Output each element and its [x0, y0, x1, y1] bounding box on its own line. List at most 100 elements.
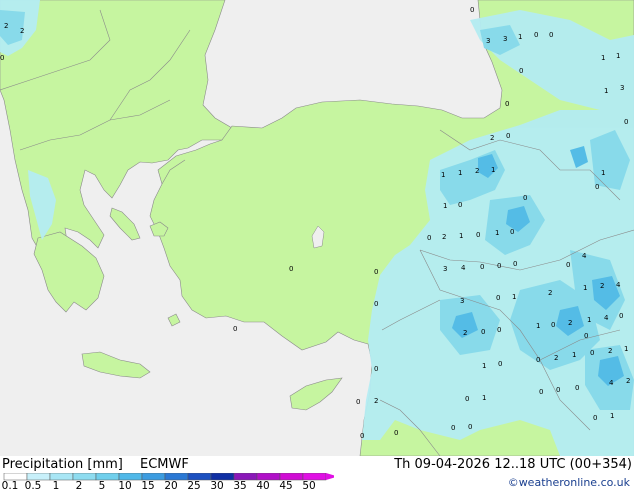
- precip-value: 3: [503, 35, 507, 43]
- valid-time: Th 09-04-2026 12..18 UTC (00+354): [394, 457, 632, 472]
- precip-value: 0: [556, 386, 560, 394]
- precip-value: 0: [539, 388, 543, 396]
- precip-value: 1: [616, 52, 620, 60]
- precip-value: 0: [510, 228, 514, 236]
- colorbar-tick-label: 5: [98, 480, 106, 492]
- precip-value: 2: [475, 167, 479, 175]
- precip-value: 0: [575, 384, 579, 392]
- colorbar-segment: [187, 473, 212, 481]
- colorbar-segment: [95, 473, 120, 481]
- precip-value: 0: [496, 294, 500, 302]
- map-area: 2 2 0 0 3 3 1 0 0 0 1 1 1 3 0 0 2 0 1 1 …: [0, 0, 634, 456]
- colorbar-segment: [210, 473, 235, 481]
- precip-value: 1: [518, 33, 522, 41]
- precip-value: 2: [608, 347, 612, 355]
- precip-value: 0: [584, 332, 588, 340]
- precip-value: 1: [583, 284, 587, 292]
- precip-value: 0: [481, 328, 485, 336]
- precip-value: 2: [548, 289, 552, 297]
- colorbar-segment: [141, 473, 166, 481]
- colorbar-tick-label: 10: [118, 480, 132, 492]
- legend-bar: Precipitation [mm] ECMWF Th 09-04-2026 1…: [0, 456, 634, 492]
- colorbar-segment: [302, 473, 327, 481]
- colorbar-segment: [72, 473, 97, 481]
- precip-value: 2: [626, 377, 630, 385]
- precip-value: 0: [566, 261, 570, 269]
- precip-value: 1: [482, 394, 486, 402]
- precip-value: 0: [595, 183, 599, 191]
- precip-value: 1: [482, 362, 486, 370]
- precip-value: 0: [476, 231, 480, 239]
- precip-value: 0: [289, 265, 293, 273]
- colorbar-tick-label: 20: [164, 480, 178, 492]
- precip-value: 2: [490, 134, 494, 142]
- colorbar-tick-label: 30: [210, 480, 224, 492]
- precip-value: 2: [442, 233, 446, 241]
- precip-value: 0: [498, 360, 502, 368]
- precip-value: 2: [568, 319, 572, 327]
- colorbar-segment: [49, 473, 74, 481]
- colorbar-segment: [26, 473, 51, 481]
- precip-value: 0: [519, 67, 523, 75]
- precip-value: 0: [551, 321, 555, 329]
- precip-value: 2: [600, 282, 604, 290]
- precip-value: 0: [624, 118, 628, 126]
- precip-value: 1: [495, 229, 499, 237]
- precip-value: 3: [486, 37, 490, 45]
- model-name: ECMWF: [140, 457, 189, 472]
- colorbar-tick-label: 45: [279, 480, 293, 492]
- precip-value: 0: [505, 100, 509, 108]
- colorbar-segment: [256, 473, 281, 481]
- precip-value: 0: [470, 6, 474, 14]
- precip-value: 1: [491, 166, 495, 174]
- precip-value: 0: [480, 263, 484, 271]
- precip-value: 1: [601, 169, 605, 177]
- colorbar-tick-label: 0.1: [1, 480, 19, 492]
- precip-value: 4: [609, 379, 614, 387]
- colorbar-tick-label: 35: [233, 480, 247, 492]
- colorbar-segment: [233, 473, 258, 481]
- precip-value: 1: [587, 316, 591, 324]
- colorbar-tick-label: 25: [187, 480, 201, 492]
- colorbar-tick-label: 2: [75, 480, 83, 492]
- precip-value: 2: [4, 22, 8, 30]
- precip-value: 4: [604, 314, 609, 322]
- precip-value: 4: [616, 281, 621, 289]
- precip-value: 0: [360, 432, 364, 440]
- colorbar-tick-label: 50: [302, 480, 316, 492]
- precip-value: 2: [374, 397, 378, 405]
- precip-value: 1: [512, 293, 516, 301]
- precip-value: 0: [374, 300, 378, 308]
- precip-value: 1: [536, 322, 540, 330]
- colorbar-segment: [3, 473, 28, 481]
- precip-value: 0: [374, 268, 378, 276]
- precip-value: 0: [0, 54, 4, 62]
- precip-value: 0: [427, 234, 431, 242]
- colorbar-segment: [164, 473, 189, 481]
- colorbar-tick-label: 0.5: [24, 480, 42, 492]
- precip-value: 1: [459, 232, 463, 240]
- credit-text: ©weatheronline.co.uk: [507, 476, 630, 489]
- precip-value: 2: [554, 354, 558, 362]
- precip-value: 1: [443, 202, 447, 210]
- precip-value: 0: [458, 201, 462, 209]
- precip-value: 0: [513, 260, 517, 268]
- precip-value: 3: [443, 265, 447, 273]
- precip-value: 1: [610, 412, 614, 420]
- precip-value: 0: [451, 424, 455, 432]
- precip-value: 0: [374, 365, 378, 373]
- colorbar-tick-label: 15: [141, 480, 155, 492]
- colorbar-tick-label: 1: [52, 480, 60, 492]
- legend-title: Precipitation [mm]: [2, 457, 123, 472]
- precip-value: 4: [461, 264, 466, 272]
- precip-value: 0: [497, 262, 501, 270]
- precip-value: 0: [468, 423, 472, 431]
- precip-value: 2: [463, 329, 467, 337]
- precip-value: 1: [441, 171, 445, 179]
- precip-value: 0: [394, 429, 398, 437]
- precip-value: 0: [536, 356, 540, 364]
- precip-value: 0: [593, 414, 597, 422]
- precip-value: 3: [620, 84, 624, 92]
- precip-value: 0: [506, 132, 510, 140]
- colorbar-segment: [118, 473, 143, 481]
